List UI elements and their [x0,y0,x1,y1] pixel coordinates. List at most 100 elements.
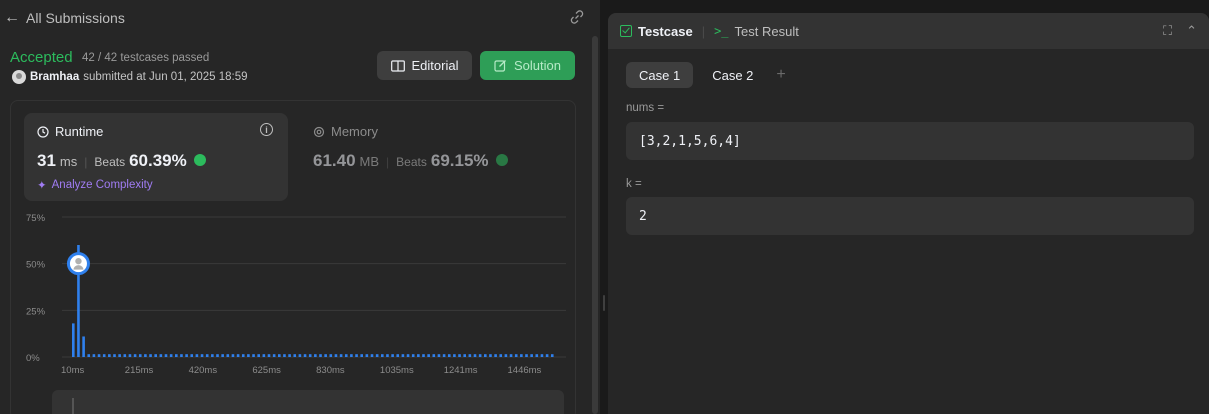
checkbox-icon [620,25,632,37]
runtime-value-row: 31 ms | Beats 60.39% [37,151,206,171]
memory-beats-value: 69.15% [430,151,489,170]
chart-bar [401,354,405,357]
runtime-beats-value: 60.39% [129,151,187,170]
chart-bar [453,354,456,357]
chart-bar [175,354,178,357]
leetcode-leaf-icon [193,154,206,166]
nums-label: nums = [626,102,665,114]
panel-controls: ⛶ ⌃ [1163,23,1197,39]
chart-bar [185,354,188,357]
nums-input[interactable]: [3,2,1,5,6,4] [626,122,1194,160]
chart-bar [123,354,127,357]
runtime-value: 31 [37,151,56,170]
chart-bar [530,354,533,357]
divider: | [386,155,390,169]
chart-bar [262,354,266,357]
chevron-up-icon[interactable]: ⌃ [1186,23,1197,39]
chart-bar [211,354,214,357]
chart-bar [102,354,106,357]
testcase-tabbar: Testcase | >_ Test Result ⛶ ⌃ [608,13,1209,49]
chart-bar [540,354,544,357]
memory-value: 61.40 [313,151,356,170]
book-icon [390,59,405,72]
chart-bar [138,354,142,357]
chart-bar [231,354,235,357]
submitter-name[interactable]: Bramhaa [30,71,79,83]
chart-bar [432,354,436,357]
x-tick-label: 215ms [125,365,154,376]
case-tab-1[interactable]: Case 1 [626,62,694,88]
terminal-icon: >_ [714,24,729,38]
user-avatar-icon [75,257,82,265]
maximize-icon[interactable]: ⛶ [1163,23,1172,39]
chart-bar [149,354,152,357]
runtime-distribution-chart[interactable]: 75% 50% 25% 0% 10ms 215ms 420ms 625ms 830ms 1035m… [26,205,576,385]
analyze-complexity-link[interactable]: ✦ Analyze Complexity [37,178,153,192]
chart-bar [386,354,389,357]
k-input[interactable]: 2 [626,197,1194,235]
chart-bar [329,354,333,357]
chart-bar [97,354,101,357]
editorial-button[interactable]: Editorial [377,51,472,80]
chart-bar [411,354,415,357]
chart-bar [489,354,492,357]
chart-bar [447,354,451,357]
chart-bar [293,354,297,357]
chart-bar [72,323,75,357]
avatar[interactable] [12,70,26,84]
left-scrollbar[interactable] [592,36,598,414]
runtime-beats-label: Beats [94,155,126,169]
chart-bar [370,354,374,357]
chart-bar [396,354,400,357]
memory-label: Memory [331,124,378,139]
edit-icon [494,60,506,72]
chart-bar [406,354,410,357]
testcase-panel: Testcase | >_ Test Result ⛶ ⌃ Case 1 Cas… [608,13,1209,414]
chart-bar [473,354,477,357]
runtime-title: Runtime [37,124,103,139]
chart-bar [288,354,291,357]
chart-bar [535,354,539,357]
x-tick-label: 10ms [61,365,84,376]
chart-bar [118,354,121,357]
case-tab-2[interactable]: Case 2 [699,62,766,88]
chart-bar [422,354,425,357]
chart-bar [324,354,327,357]
chart-bar [257,354,260,357]
chart-bar [108,354,111,357]
k-label: k = [626,178,642,190]
add-case-icon[interactable]: + [776,66,785,84]
chart-bar [442,354,446,357]
panel-resize-handle[interactable] [600,0,608,414]
memory-value-row: 61.40 MB | Beats 69.15% [313,151,508,171]
tab-testcase-label: Testcase [638,23,693,39]
chart-bar [381,354,384,357]
chart-bar [494,354,497,357]
solution-button[interactable]: Solution [480,51,575,80]
chart-bar [241,354,245,357]
chart-bar [514,354,518,357]
chart-bar [314,354,317,357]
chart-bar [267,354,271,357]
clock-icon [37,125,49,138]
chart-bar [169,354,173,357]
case-tabs: Case 1 Case 2 + [626,62,786,88]
chart-bar [468,354,472,357]
testcases-passed: 42 / 42 testcases passed [82,52,210,64]
memory-tab[interactable]: Memory [313,124,378,139]
chart-bar [550,354,554,357]
runtime-unit: ms [59,154,78,169]
chart-bar [463,354,466,357]
back-to-submissions[interactable]: ← All Submissions [4,9,125,27]
chart-bar [437,354,441,357]
tab-test-result[interactable]: >_ Test Result [714,24,799,39]
tab-testcase[interactable]: Testcase [620,24,693,39]
chart-bar [298,354,302,357]
share-link-icon[interactable] [570,10,584,27]
info-icon[interactable]: i [260,123,273,136]
divider: | [84,155,88,169]
chart-bar [113,354,116,357]
chart-bar [226,354,230,357]
tab-test-result-label: Test Result [734,23,799,39]
chart-bar [200,354,204,357]
